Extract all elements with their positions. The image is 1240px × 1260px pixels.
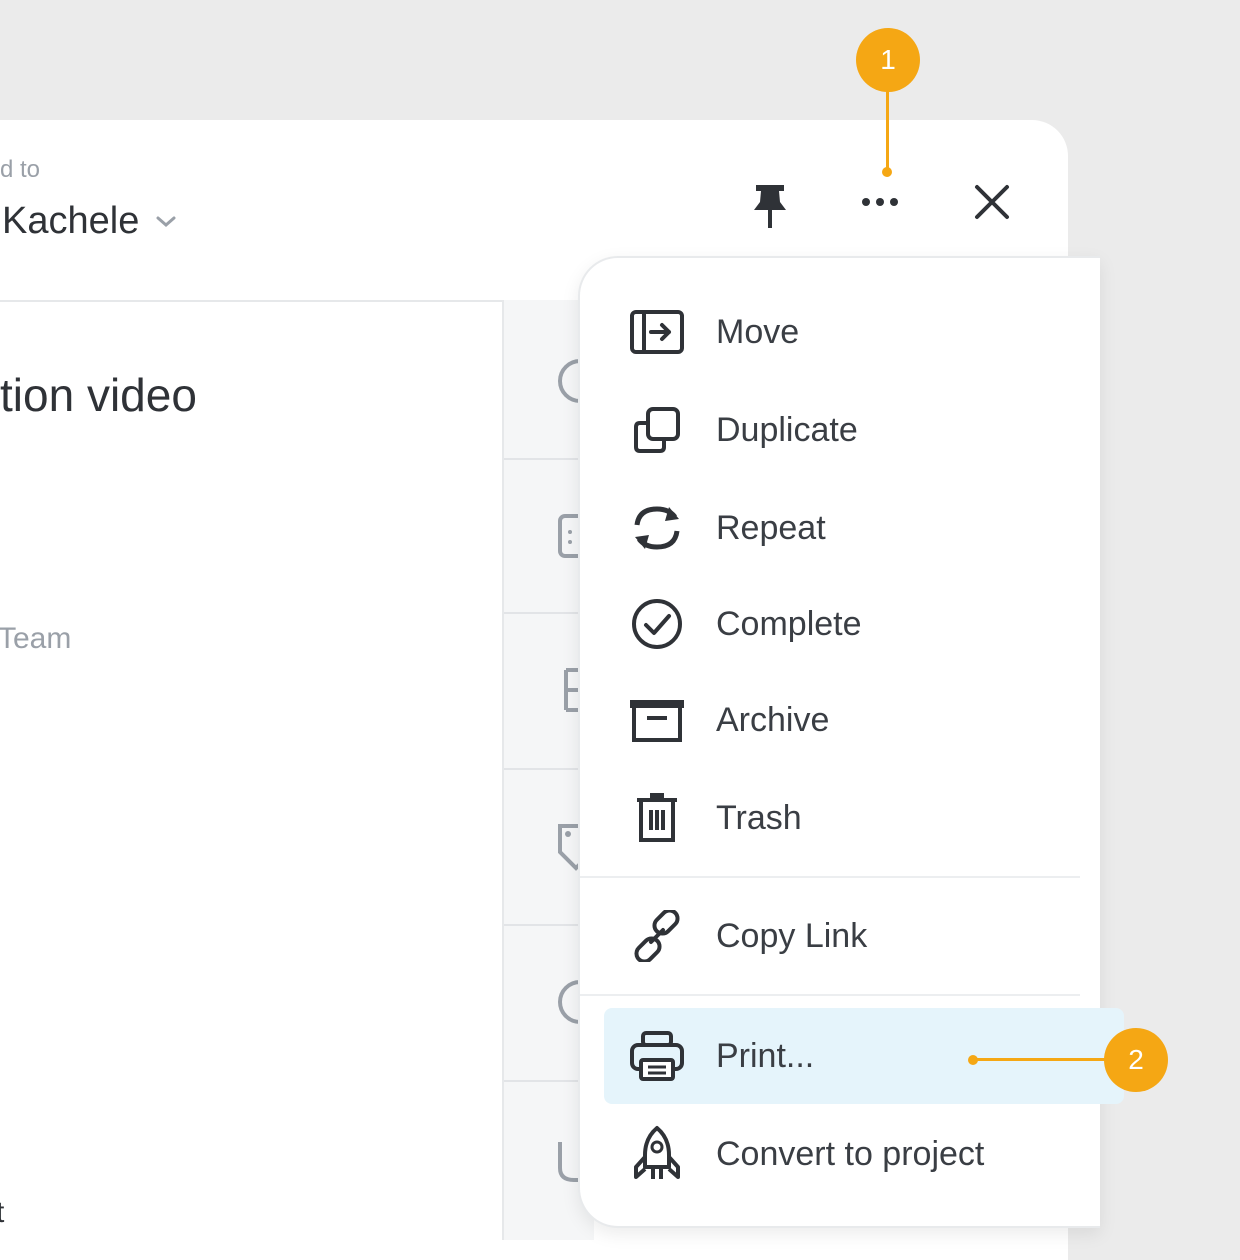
menu-item-duplicate[interactable]: Duplicate [604,382,1124,478]
menu-item-label: Print... [716,1036,815,1075]
close-button[interactable] [960,170,1024,234]
menu-item-label: Move [716,312,800,351]
printer-icon [628,1027,686,1085]
callout-badge: 1 [856,28,920,92]
menu-item-complete[interactable]: Complete [604,576,1124,672]
assignee-name: Kachele [2,200,140,242]
trash-icon [628,789,686,847]
menu-item-convert-to-project[interactable]: Convert to project [604,1106,1124,1202]
menu-item-label: Trash [716,798,802,837]
link-icon [628,907,686,965]
menu-item-label: Copy Link [716,916,868,955]
field-text: t [0,1196,5,1229]
task-title[interactable]: tion video [0,368,197,422]
menu-item-trash[interactable]: Trash [604,770,1124,866]
callout-badge: 2 [1104,1028,1168,1092]
move-icon [628,303,686,361]
repeat-icon [628,499,686,557]
menu-item-label: Complete [716,604,862,643]
menu-item-label: Archive [716,700,830,739]
menu-item-label: Convert to project [716,1134,985,1173]
check-circle-icon [628,595,686,653]
pin-icon [754,185,786,228]
team-label: Team [0,622,72,655]
assigned-to-label: d to [0,156,41,183]
header-divider [0,300,580,302]
menu-item-archive[interactable]: Archive [604,672,1124,768]
menu-divider [580,876,1080,878]
callout-connector [974,1058,1108,1061]
menu-item-label: Repeat [716,508,826,547]
more-button[interactable] [848,170,912,234]
pin-button[interactable] [738,174,802,238]
menu-divider [580,994,1080,996]
menu-item-print[interactable]: Print... [604,1008,1124,1104]
callout-dot [968,1055,978,1065]
more-actions-menu: Move Duplicate Repeat Complete Archive T… [578,256,1124,1228]
chevron-down-icon [155,215,177,229]
menu-item-copy-link[interactable]: Copy Link [604,888,1124,984]
assignee-selector[interactable]: Kachele [2,200,177,243]
callout-connector [886,90,889,172]
rocket-icon [628,1125,686,1183]
callout-dot [882,167,892,177]
more-horizontal-icon [862,198,898,206]
archive-icon [628,691,686,749]
menu-item-move[interactable]: Move [604,284,1124,380]
menu-item-repeat[interactable]: Repeat [604,480,1124,576]
menu-item-label: Duplicate [716,410,858,449]
close-icon [975,185,1009,219]
duplicate-icon [628,401,686,459]
